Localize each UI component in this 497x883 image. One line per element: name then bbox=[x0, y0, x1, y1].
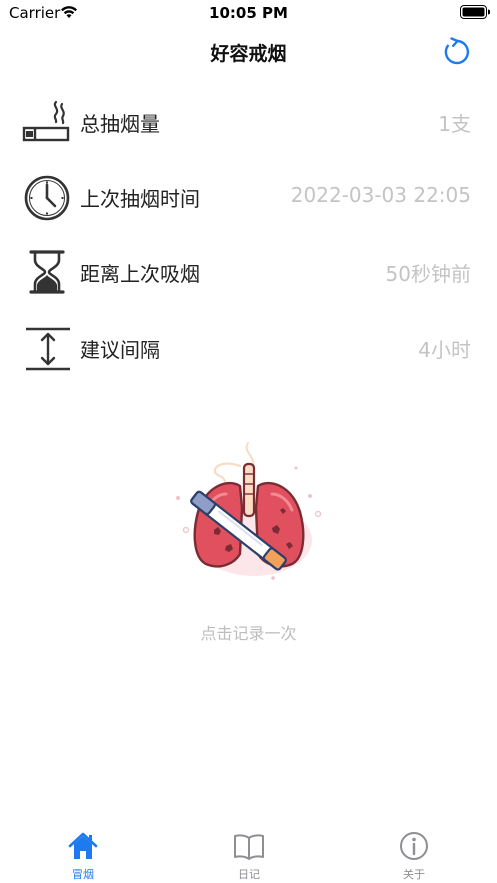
row-label: 上次抽烟时间 bbox=[80, 187, 200, 211]
row-since-last: 距离上次吸烟 50秒钟前 bbox=[0, 242, 497, 302]
tab-label: 冒烟 bbox=[72, 868, 94, 881]
app-screen: Carrier 10:05 PM 好容戒烟 总抽烟量 1支 上次抽烟时间 202… bbox=[0, 0, 497, 883]
book-icon bbox=[234, 834, 264, 860]
page-title: 好容戒烟 bbox=[210, 43, 287, 65]
row-last-time: 上次抽烟时间 2022-03-03 22:05 bbox=[0, 167, 497, 227]
tab-about[interactable]: 关于 bbox=[364, 828, 464, 882]
clock-icon bbox=[24, 175, 70, 221]
row-label: 距离上次吸烟 bbox=[80, 262, 200, 286]
interval-icon bbox=[26, 327, 70, 371]
tab-bar: 冒烟 日记 关于 bbox=[0, 818, 497, 883]
row-value: 1支 bbox=[438, 112, 471, 136]
row-interval: 建议间隔 4小时 bbox=[0, 318, 497, 378]
cigarette-icon bbox=[22, 100, 70, 142]
tab-label: 日记 bbox=[238, 868, 260, 881]
home-icon bbox=[68, 832, 98, 859]
row-total-count: 总抽烟量 1支 bbox=[0, 92, 497, 152]
lungs-cigarette-illustration[interactable] bbox=[168, 438, 328, 588]
hourglass-icon bbox=[29, 250, 65, 294]
row-value: 50秒钟前 bbox=[385, 262, 471, 286]
record-hint: 点击记录一次 bbox=[200, 624, 297, 643]
tab-diary[interactable]: 日记 bbox=[199, 828, 299, 882]
info-icon bbox=[400, 832, 428, 860]
tab-label: 关于 bbox=[403, 868, 425, 881]
status-bar: Carrier 10:05 PM bbox=[0, 0, 497, 28]
tab-smoke[interactable]: 冒烟 bbox=[33, 828, 133, 882]
battery-icon bbox=[460, 5, 490, 19]
row-value: 2022-03-03 22:05 bbox=[290, 183, 471, 207]
row-label: 总抽烟量 bbox=[80, 112, 160, 136]
refresh-icon[interactable] bbox=[441, 35, 473, 67]
row-label: 建议间隔 bbox=[80, 338, 160, 362]
row-value: 4小时 bbox=[418, 338, 471, 362]
status-time: 10:05 PM bbox=[209, 4, 288, 22]
